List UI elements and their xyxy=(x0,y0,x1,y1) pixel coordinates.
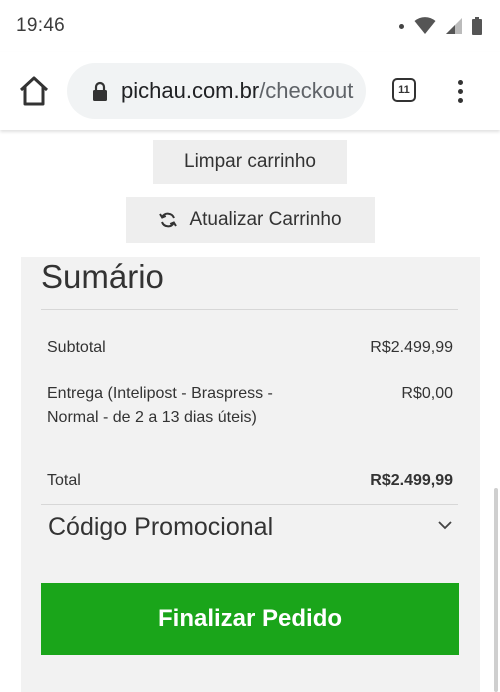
lock-icon xyxy=(93,81,107,101)
url-domain: pichau.com.br xyxy=(121,78,260,103)
url-path: /checkout xyxy=(259,78,354,103)
tab-switcher-button[interactable]: 11 xyxy=(392,78,416,102)
clear-cart-button[interactable]: Limpar carrinho xyxy=(153,140,347,184)
subtotal-value: R$2.499,99 xyxy=(370,339,453,356)
status-icons xyxy=(399,17,482,35)
battery-icon xyxy=(472,17,482,35)
wifi-icon xyxy=(414,17,436,34)
total-value: R$2.499,99 xyxy=(370,472,453,489)
summary-divider xyxy=(41,309,458,310)
subtotal-label: Subtotal xyxy=(47,339,106,356)
total-label: Total xyxy=(47,472,81,489)
shipping-value: R$0,00 xyxy=(401,385,453,402)
tab-count: 11 xyxy=(398,84,410,96)
url-text: pichau.com.br/checkout xyxy=(121,78,353,104)
update-cart-label: Atualizar Carrinho xyxy=(189,209,342,230)
promo-code-toggle[interactable]: Código Promocional xyxy=(48,513,273,542)
home-icon[interactable] xyxy=(18,76,50,106)
status-time: 19:46 xyxy=(16,15,66,36)
refresh-icon xyxy=(159,212,178,228)
more-options-icon[interactable] xyxy=(452,76,468,106)
chevron-down-icon[interactable] xyxy=(437,519,453,531)
summary-title: Sumário xyxy=(41,258,164,295)
order-summary: Sumário Subtotal R$2.499,99 Entrega (Int… xyxy=(21,257,480,692)
checkout-button[interactable]: Finalizar Pedido xyxy=(41,583,459,655)
shipping-label-line2: Normal - de 2 a 13 dias úteis) xyxy=(47,409,257,426)
browser-toolbar: pichau.com.br/checkout 11 xyxy=(0,52,500,130)
address-bar[interactable]: pichau.com.br/checkout xyxy=(67,63,366,119)
signal-icon xyxy=(446,18,462,34)
total-divider xyxy=(41,504,458,505)
scrollbar[interactable] xyxy=(494,488,498,692)
status-bar: 19:46 xyxy=(0,0,500,52)
update-cart-button[interactable]: Atualizar Carrinho xyxy=(126,197,375,243)
shipping-label-line1: Entrega (Intelipost - Braspress - xyxy=(47,385,273,402)
notification-dot-icon xyxy=(399,23,404,29)
